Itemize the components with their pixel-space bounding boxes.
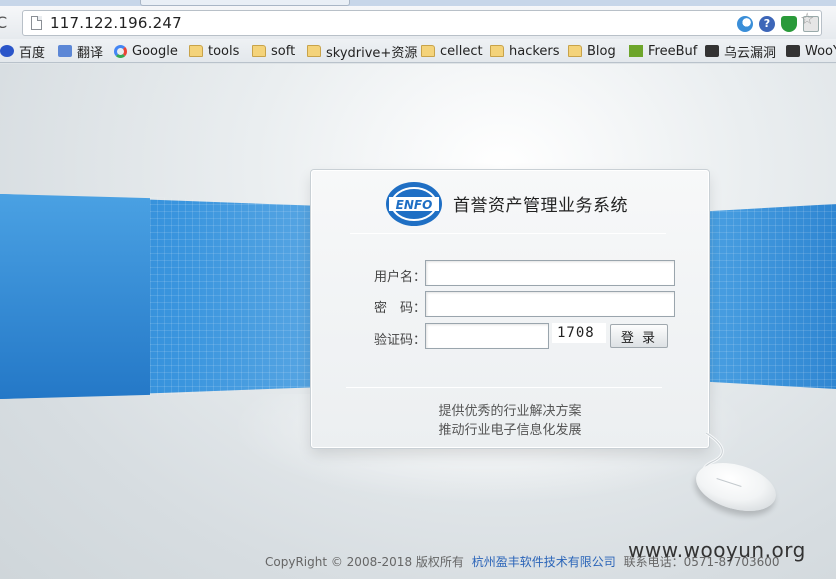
company-link[interactable]: 杭州盈丰软件技术有限公司 [472, 555, 616, 569]
watermark: www.wooyun.org [628, 538, 806, 562]
copyright-text: CopyRight © 2008-2018 版权所有 [265, 555, 464, 569]
